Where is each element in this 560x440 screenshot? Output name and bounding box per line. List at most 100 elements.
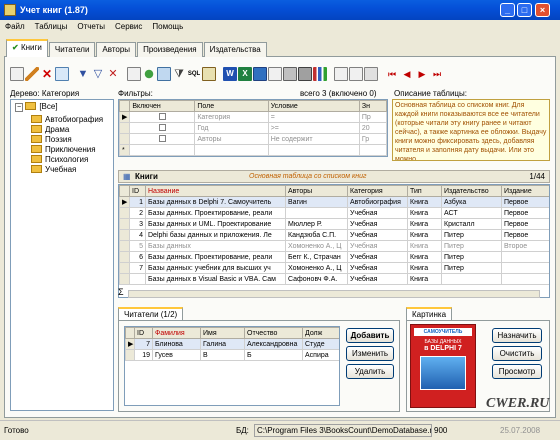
chart-icon[interactable] — [313, 67, 327, 81]
table-row[interactable]: 7 Базы данных: учебник для высших уч Хомон… — [119, 262, 549, 274]
prev-record-icon[interactable]: ◀ — [400, 67, 414, 81]
new-row-cell[interactable] — [194, 144, 269, 156]
book-edition[interactable]: Первое — [501, 229, 549, 241]
book-name[interactable]: Базы данных в Visual Basic и VBA. Сам — [145, 273, 286, 285]
book-type[interactable]: Книга — [407, 273, 442, 285]
sql-icon[interactable]: SQL — [187, 67, 201, 81]
edit-reader-button[interactable]: Изменить — [346, 346, 394, 361]
book-id[interactable]: 6 — [129, 251, 146, 263]
tree-item[interactable]: Драма — [11, 125, 113, 135]
books-col-edition[interactable]: Издание — [501, 185, 549, 197]
books-col-authors[interactable]: Авторы — [285, 185, 348, 197]
book-type[interactable]: Книга — [407, 262, 442, 274]
books-col-category[interactable]: Категория — [347, 185, 408, 197]
tab-books[interactable]: ✔ Книги — [6, 39, 48, 57]
book-id[interactable]: 7 — [129, 262, 146, 274]
book-authors[interactable]: Хомоненко А., Ц — [285, 262, 348, 274]
collapse-icon[interactable]: − — [15, 103, 24, 112]
readers-tab[interactable]: Читатели (1/2) — [118, 307, 184, 320]
book-id[interactable]: 1 — [129, 196, 146, 208]
book-category[interactable]: Учебная — [347, 207, 408, 219]
filter-condition[interactable]: Не содержит — [267, 133, 360, 145]
new-row-cell[interactable] — [358, 144, 387, 156]
menu-help[interactable]: Помощь — [147, 20, 188, 34]
reader-middle-name[interactable]: Б — [244, 349, 303, 361]
book-publisher[interactable]: Питер — [441, 229, 502, 241]
filter-field[interactable]: Категория — [194, 111, 269, 123]
table-row[interactable]: ▶ 1 Базы данных в Delphi 7. Самоучитель Ваг… — [119, 196, 549, 208]
grid-icon[interactable] — [55, 67, 69, 81]
delete-icon[interactable]: ✕ — [40, 67, 54, 81]
table-icon[interactable] — [202, 67, 216, 81]
book-edition[interactable]: Первое — [501, 207, 549, 219]
filters-col-field[interactable]: Поле — [194, 100, 269, 112]
books-col-publisher[interactable]: Издательство — [441, 185, 502, 197]
table-row[interactable]: 2 Базы данных. Проектирование, реали Учебн… — [119, 207, 549, 219]
book-authors[interactable]: Кандзюба С.П. — [285, 229, 348, 241]
filter-enabled-checkbox[interactable] — [129, 111, 196, 123]
readers-col-id[interactable]: ID — [134, 327, 153, 339]
table-row[interactable]: 5 Базы данных Хомоненко А., Ц Учебная Книга П… — [119, 240, 549, 252]
filters-col-enabled[interactable]: Включен — [129, 100, 196, 112]
filter-row[interactable]: Авторы Не содержит Гр — [119, 133, 387, 145]
book-edition[interactable]: Первое — [501, 218, 549, 230]
table-row[interactable]: 4 Delphi базы данных и приложения. Ле Канд… — [119, 229, 549, 241]
new-icon[interactable] — [10, 67, 24, 81]
checkbox[interactable] — [158, 123, 166, 131]
tree-item[interactable]: Автобиография — [11, 115, 113, 125]
maximize-button[interactable]: □ — [517, 3, 532, 17]
filter-condition[interactable]: >= — [267, 122, 360, 134]
filter-clear-icon[interactable]: ▽ — [91, 67, 105, 81]
book-edition[interactable] — [501, 251, 549, 263]
book-category[interactable]: Учебная — [347, 273, 408, 285]
readers-col-middle[interactable]: Отчество — [244, 327, 303, 339]
filter-field[interactable]: Авторы — [194, 133, 269, 145]
reader-middle-name[interactable]: Александровна — [244, 338, 303, 350]
menu-file[interactable]: Файл — [0, 20, 30, 34]
tree-root[interactable]: − [Все] — [11, 100, 113, 115]
filters-col-value[interactable]: Зн — [358, 100, 387, 112]
view-picture-button[interactable]: Просмотр — [492, 364, 542, 379]
print-icon[interactable] — [298, 67, 312, 81]
filter-field[interactable]: Год — [194, 122, 269, 134]
reader-id[interactable]: 7 — [134, 338, 153, 350]
picture-tab[interactable]: Картинка — [406, 307, 453, 320]
book-edition[interactable] — [501, 273, 549, 285]
book-authors[interactable]: Мюллер Р. — [285, 218, 348, 230]
table-row[interactable]: 6 Базы данных. Проектирование, реали Бегг … — [119, 251, 549, 263]
checkbox[interactable] — [158, 134, 166, 142]
excel-icon[interactable]: X — [238, 67, 252, 81]
book-type[interactable]: Книга — [407, 251, 442, 263]
tree-item[interactable]: Приключения — [11, 145, 113, 155]
book-category[interactable]: Учебная — [347, 240, 408, 252]
reader-first-name[interactable]: Галина — [200, 338, 245, 350]
tree-item[interactable]: Учебная — [11, 165, 113, 175]
last-record-icon[interactable]: ⏭ — [430, 67, 444, 81]
add-reader-button[interactable]: Добавить — [346, 328, 394, 343]
book-edition[interactable]: Второе — [501, 240, 549, 252]
book-type[interactable]: Книга — [407, 207, 442, 219]
book-publisher[interactable]: Кристалл — [441, 218, 502, 230]
table-row[interactable]: Базы данных в Visual Basic и VBA. Сам Саф… — [119, 273, 549, 285]
columns-icon[interactable] — [364, 67, 378, 81]
first-record-icon[interactable]: ⏮ — [385, 67, 399, 81]
word-icon[interactable]: W — [223, 67, 237, 81]
menu-tables[interactable]: Таблицы — [30, 20, 73, 34]
clear-picture-button[interactable]: Очистить — [492, 346, 542, 361]
books-col-type[interactable]: Тип — [407, 185, 442, 197]
refresh-icon[interactable] — [142, 67, 156, 81]
reader-position[interactable]: Аспира — [302, 349, 339, 361]
table-row[interactable]: 19 Гусев В Б Аспира — [125, 349, 339, 361]
copy-icon[interactable] — [334, 67, 348, 81]
new-row-cell[interactable] — [129, 144, 196, 156]
menu-reports[interactable]: Отчеты — [72, 20, 110, 34]
book-type[interactable]: Книга — [407, 240, 442, 252]
table-row[interactable]: ▶ 7 Блинова Галина Александровна Студе — [125, 338, 339, 350]
new-row-cell[interactable] — [267, 144, 360, 156]
filter-row[interactable]: Год >= 20 — [119, 122, 387, 134]
text-export-icon[interactable] — [268, 67, 282, 81]
books-hscroll[interactable] — [128, 290, 540, 298]
filter-value[interactable]: Гр — [358, 133, 387, 145]
paste-icon[interactable] — [349, 67, 363, 81]
filter-condition[interactable]: = — [267, 111, 360, 123]
